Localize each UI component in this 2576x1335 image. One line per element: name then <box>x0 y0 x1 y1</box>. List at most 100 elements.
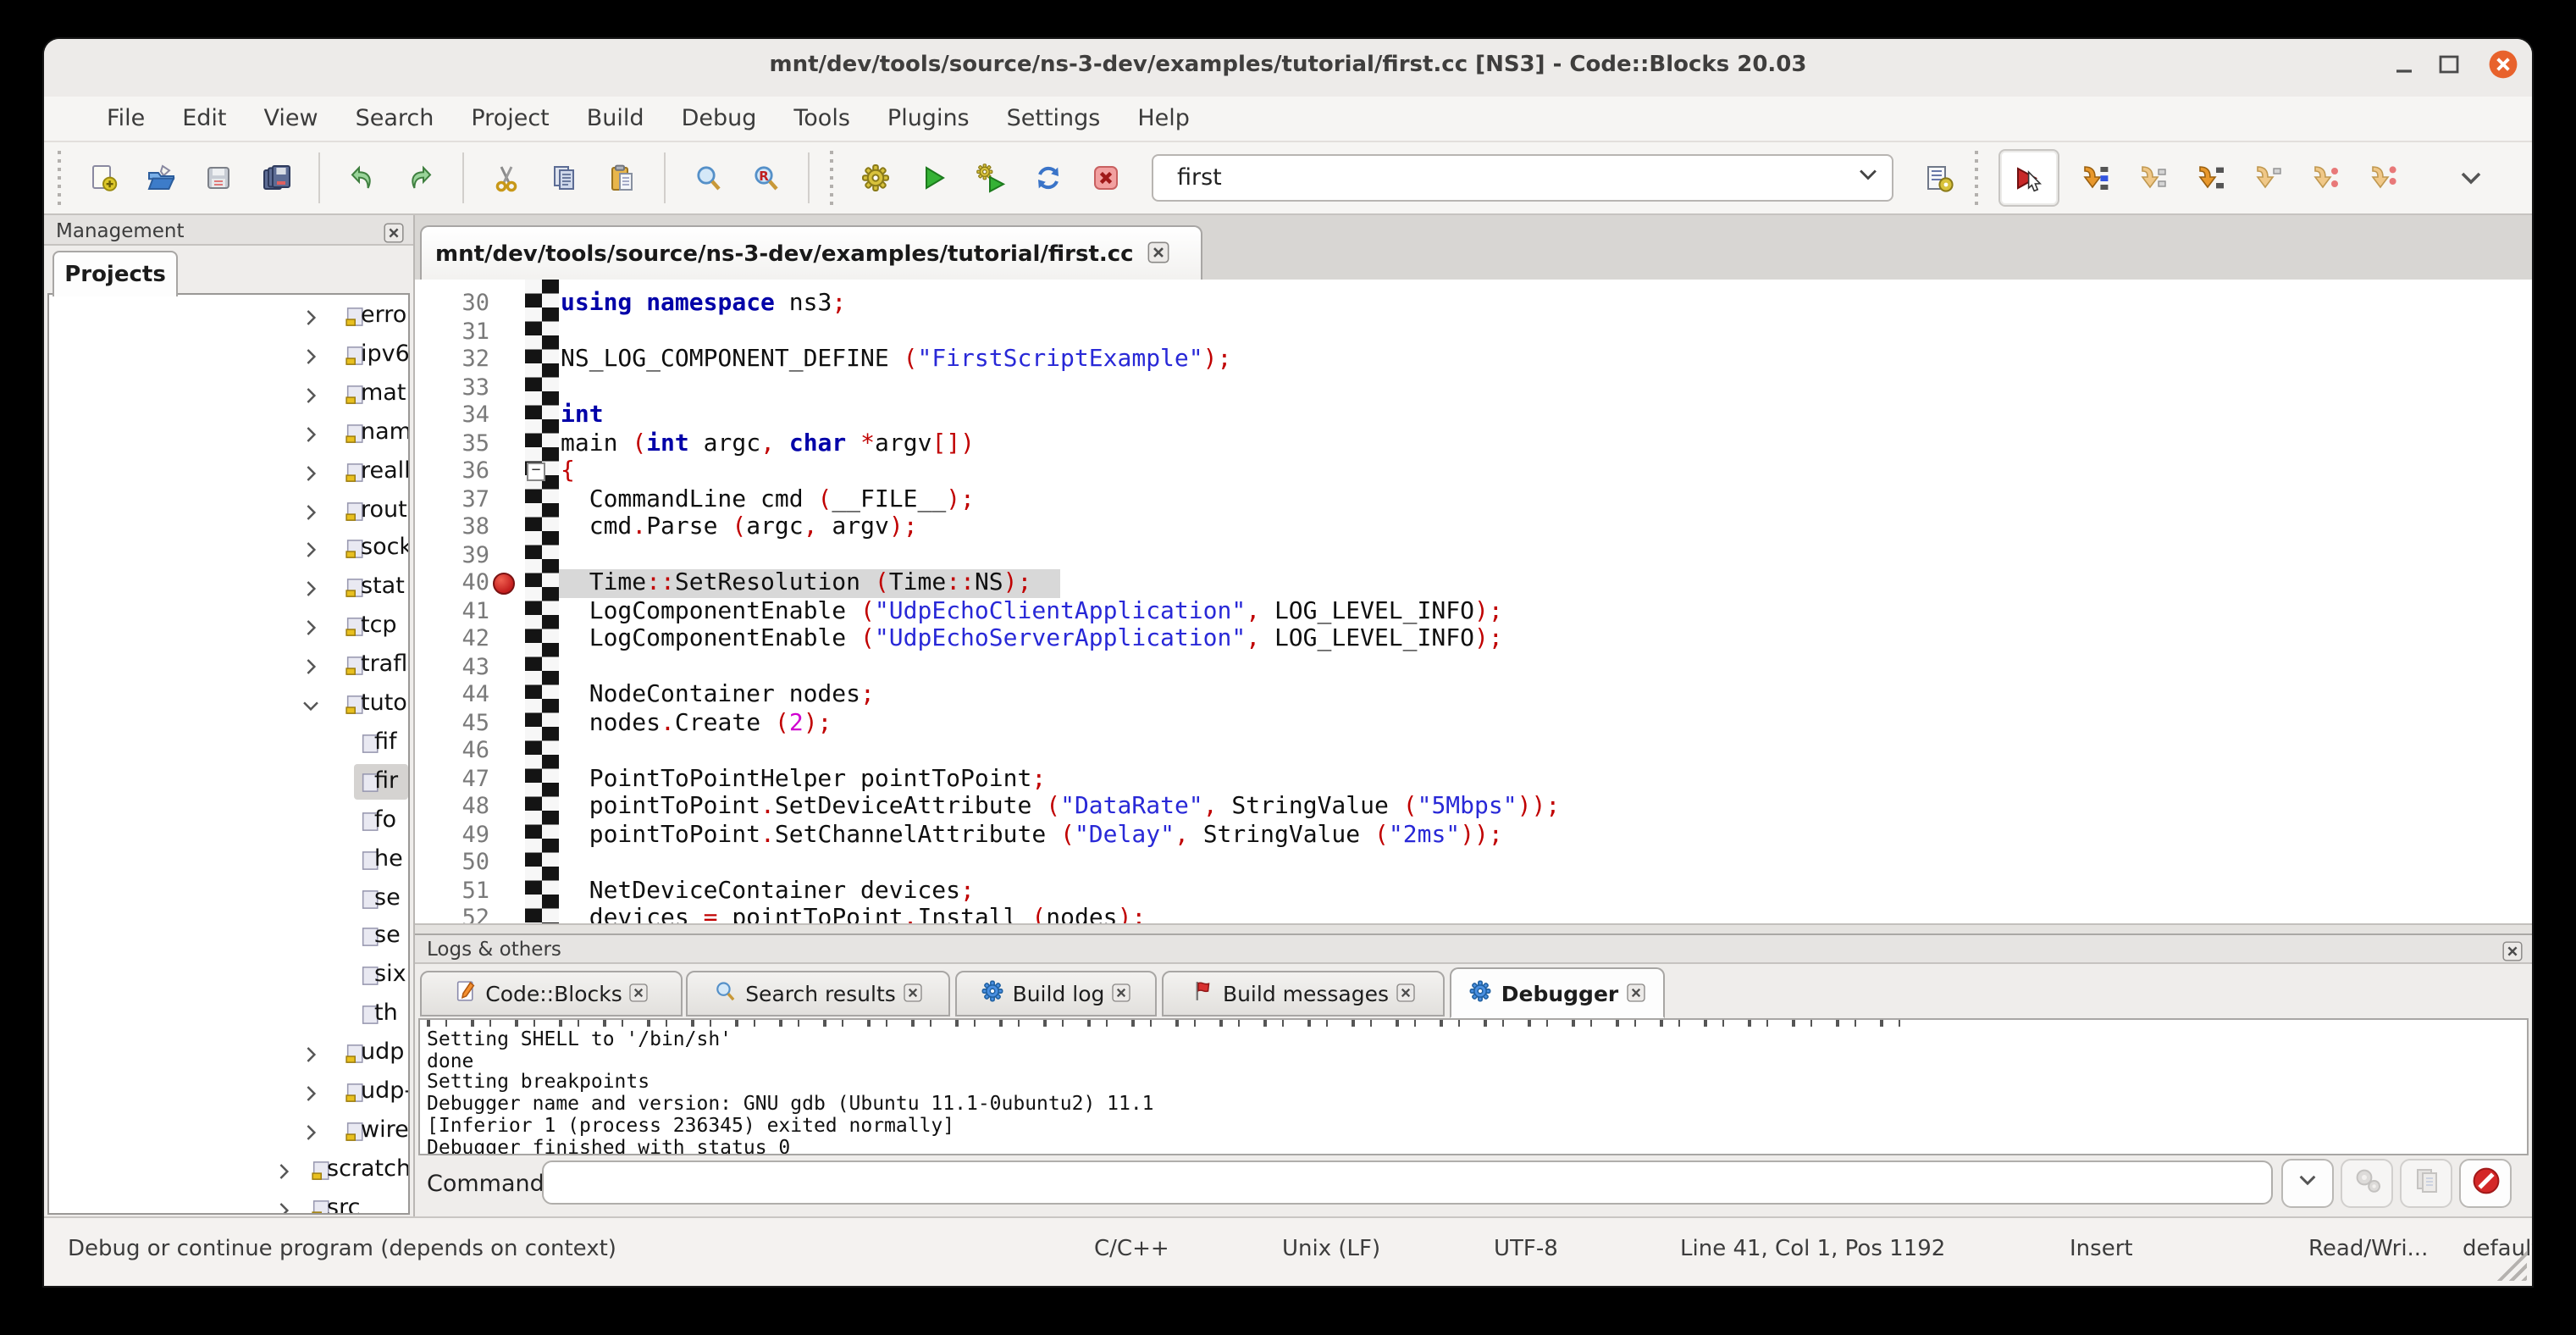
tree-item-fir[interactable]: fir <box>49 762 408 801</box>
build-target-dropdown[interactable] <box>1855 161 1882 195</box>
tree-item-nam[interactable]: nam <box>49 413 408 451</box>
line-number[interactable]: 42 <box>415 625 489 653</box>
find-button[interactable] <box>686 154 730 202</box>
fold-marker-icon[interactable]: − <box>527 462 545 480</box>
chevron-right-icon[interactable] <box>300 342 322 374</box>
menu-debug[interactable]: Debug <box>663 105 776 132</box>
menu-plugins[interactable]: Plugins <box>869 105 988 132</box>
menu-view[interactable]: View <box>246 105 337 132</box>
rebuild-button[interactable] <box>1026 154 1070 202</box>
logs-tab-build-log[interactable]: Build log <box>955 971 1157 1016</box>
logs-tab-code-blocks[interactable]: Code::Blocks <box>420 971 683 1016</box>
tree-item-fo[interactable]: fo <box>49 800 408 839</box>
debugger-log-output[interactable]: Setting SHELL to '/bin/sh'doneSetting br… <box>418 1018 2529 1155</box>
line-number[interactable]: 43 <box>415 653 489 681</box>
tab-close-icon[interactable] <box>1111 978 1131 1010</box>
line-number[interactable]: 51 <box>415 877 489 905</box>
minimize-button[interactable] <box>2390 53 2420 83</box>
undo-button[interactable] <box>340 154 384 202</box>
debug-toolbar-chevron-button[interactable] <box>2449 154 2493 202</box>
line-number[interactable]: 52 <box>415 905 489 923</box>
toolbar-grip[interactable] <box>1971 151 1982 205</box>
tree-item-tuto[interactable]: tuto <box>49 684 408 723</box>
line-number[interactable]: 46 <box>415 737 489 765</box>
chevron-right-icon[interactable] <box>300 497 322 529</box>
chevron-right-icon[interactable] <box>300 1118 322 1150</box>
tree-item-fif[interactable]: fif <box>49 723 408 762</box>
tree-item-tcp[interactable]: tcp <box>49 607 408 645</box>
paste-button[interactable] <box>600 154 644 202</box>
debugger-settings-button[interactable] <box>2341 1159 2393 1208</box>
tree-item-udp-[interactable]: udp- <box>49 1072 408 1111</box>
tree-item-src[interactable]: src <box>49 1188 408 1215</box>
copy-log-button[interactable] <box>2400 1159 2452 1208</box>
run-to-cursor-button[interactable] <box>2073 154 2117 202</box>
build-target-input[interactable] <box>1164 163 1855 193</box>
line-number[interactable]: 30 <box>415 290 489 318</box>
line-number[interactable]: 41 <box>415 597 489 625</box>
close-button[interactable] <box>2488 53 2518 83</box>
tab-close-icon[interactable] <box>903 978 923 1010</box>
tree-item-wire[interactable]: wire <box>49 1111 408 1150</box>
chevron-right-icon[interactable] <box>273 1157 295 1189</box>
tree-item-trafl[interactable]: trafl <box>49 645 408 684</box>
build-and-run-button[interactable] <box>969 154 1013 202</box>
line-number[interactable]: 35 <box>415 429 489 457</box>
chevron-right-icon[interactable] <box>300 381 322 413</box>
tree-item-reall[interactable]: reall <box>49 451 408 490</box>
breakpoint-icon[interactable] <box>493 572 515 594</box>
tree-item-stat[interactable]: stat <box>49 568 408 607</box>
open-file-button[interactable] <box>139 154 183 202</box>
tree-item-six[interactable]: six <box>49 956 408 995</box>
logs-tab-search-results[interactable]: Search results <box>686 971 950 1016</box>
line-number[interactable]: 44 <box>415 681 489 709</box>
tree-item-scratch[interactable]: scratch <box>49 1150 408 1189</box>
redo-button[interactable] <box>398 154 442 202</box>
logs-tab-build-messages[interactable]: Build messages <box>1162 971 1445 1016</box>
menu-file[interactable]: File <box>88 105 163 132</box>
menu-settings[interactable]: Settings <box>988 105 1119 132</box>
line-number[interactable]: 49 <box>415 821 489 849</box>
editor-tab-first-cc[interactable]: mnt/dev/tools/source/ns-3-dev/examples/t… <box>420 225 1202 281</box>
line-number[interactable]: 48 <box>415 793 489 821</box>
line-number[interactable]: 47 <box>415 765 489 793</box>
line-number[interactable]: 38 <box>415 513 489 541</box>
chevron-right-icon[interactable] <box>300 613 322 645</box>
menu-project[interactable]: Project <box>452 105 567 132</box>
step-out-button[interactable] <box>2246 154 2290 202</box>
editor-tab-close-button[interactable] <box>1147 238 1171 270</box>
tree-item-erro[interactable]: erro <box>49 296 408 335</box>
tree-item-he[interactable]: he <box>49 839 408 878</box>
chevron-right-icon[interactable] <box>300 303 322 335</box>
stop-debugger-button[interactable] <box>2459 1159 2512 1208</box>
menu-build[interactable]: Build <box>568 105 663 132</box>
chevron-right-icon[interactable] <box>300 458 322 490</box>
run-button[interactable] <box>911 154 955 202</box>
line-number[interactable]: 33 <box>415 374 489 402</box>
chevron-right-icon[interactable] <box>300 575 322 607</box>
line-number[interactable]: 50 <box>415 849 489 877</box>
line-number[interactable]: 32 <box>415 346 489 374</box>
tab-projects[interactable]: Projects <box>53 251 178 296</box>
tab-close-icon[interactable] <box>1396 978 1416 1010</box>
line-number[interactable]: 31 <box>415 318 489 346</box>
toolbar-grip[interactable] <box>826 151 837 205</box>
command-input[interactable] <box>542 1161 2273 1205</box>
step-into-instruction-button[interactable] <box>2361 154 2405 202</box>
next-instruction-button[interactable] <box>2303 154 2347 202</box>
line-number[interactable]: 40 <box>415 569 489 597</box>
line-number[interactable]: 39 <box>415 541 489 569</box>
toolbar-grip[interactable] <box>54 151 64 205</box>
build-button[interactable] <box>854 154 898 202</box>
save-button[interactable] <box>196 154 240 202</box>
chevron-right-icon[interactable] <box>300 652 322 684</box>
tree-item-rout[interactable]: rout <box>49 490 408 529</box>
code-editor[interactable]: 30using namespace ns3;3132NS_LOG_COMPONE… <box>415 280 2532 923</box>
step-into-button[interactable] <box>2188 154 2232 202</box>
tree-item-ipv6[interactable]: ipv6 <box>49 335 408 374</box>
copy-button[interactable] <box>542 154 586 202</box>
menu-help[interactable]: Help <box>1119 105 1208 132</box>
new-file-button[interactable] <box>81 154 125 202</box>
maximize-button[interactable] <box>2434 53 2464 83</box>
chevron-right-icon[interactable] <box>300 536 322 568</box>
